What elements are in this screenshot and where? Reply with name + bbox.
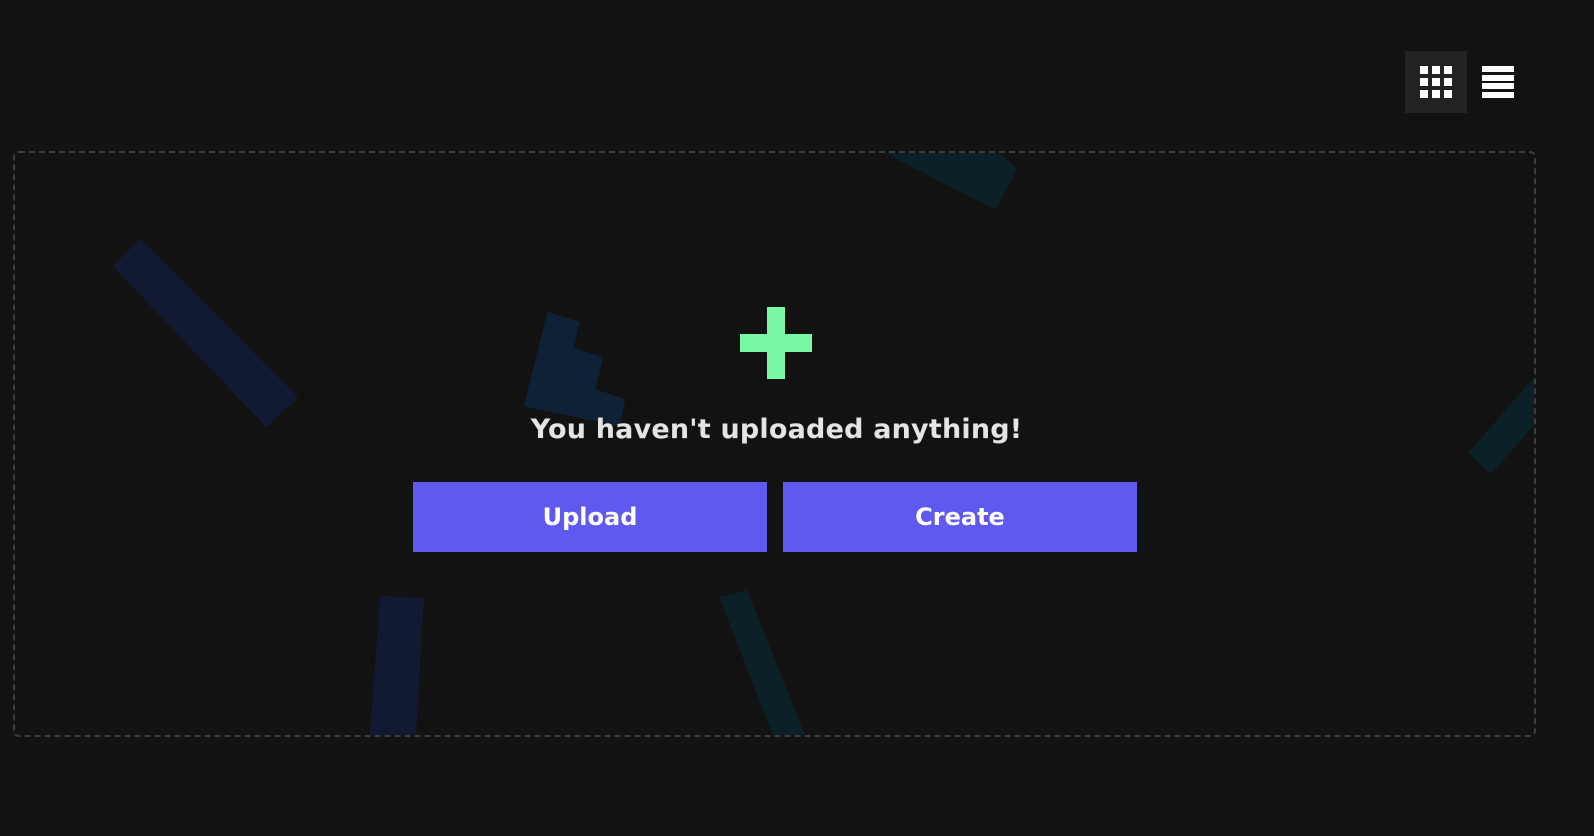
upload-button[interactable]: Upload [413,482,767,552]
empty-state: You haven't uploaded anything! Upload Cr… [15,153,1534,735]
list-view-button[interactable] [1467,51,1529,113]
empty-state-actions: Upload Create [413,482,1137,552]
grid-icon [1420,66,1452,98]
upload-dropzone[interactable]: You haven't uploaded anything! Upload Cr… [13,151,1536,737]
empty-state-title: You haven't uploaded anything! [530,414,1023,445]
create-button[interactable]: Create [783,482,1137,552]
grid-view-button[interactable] [1405,51,1467,113]
plus-icon [740,307,812,379]
list-icon [1482,66,1514,98]
view-toggle [1405,51,1529,113]
